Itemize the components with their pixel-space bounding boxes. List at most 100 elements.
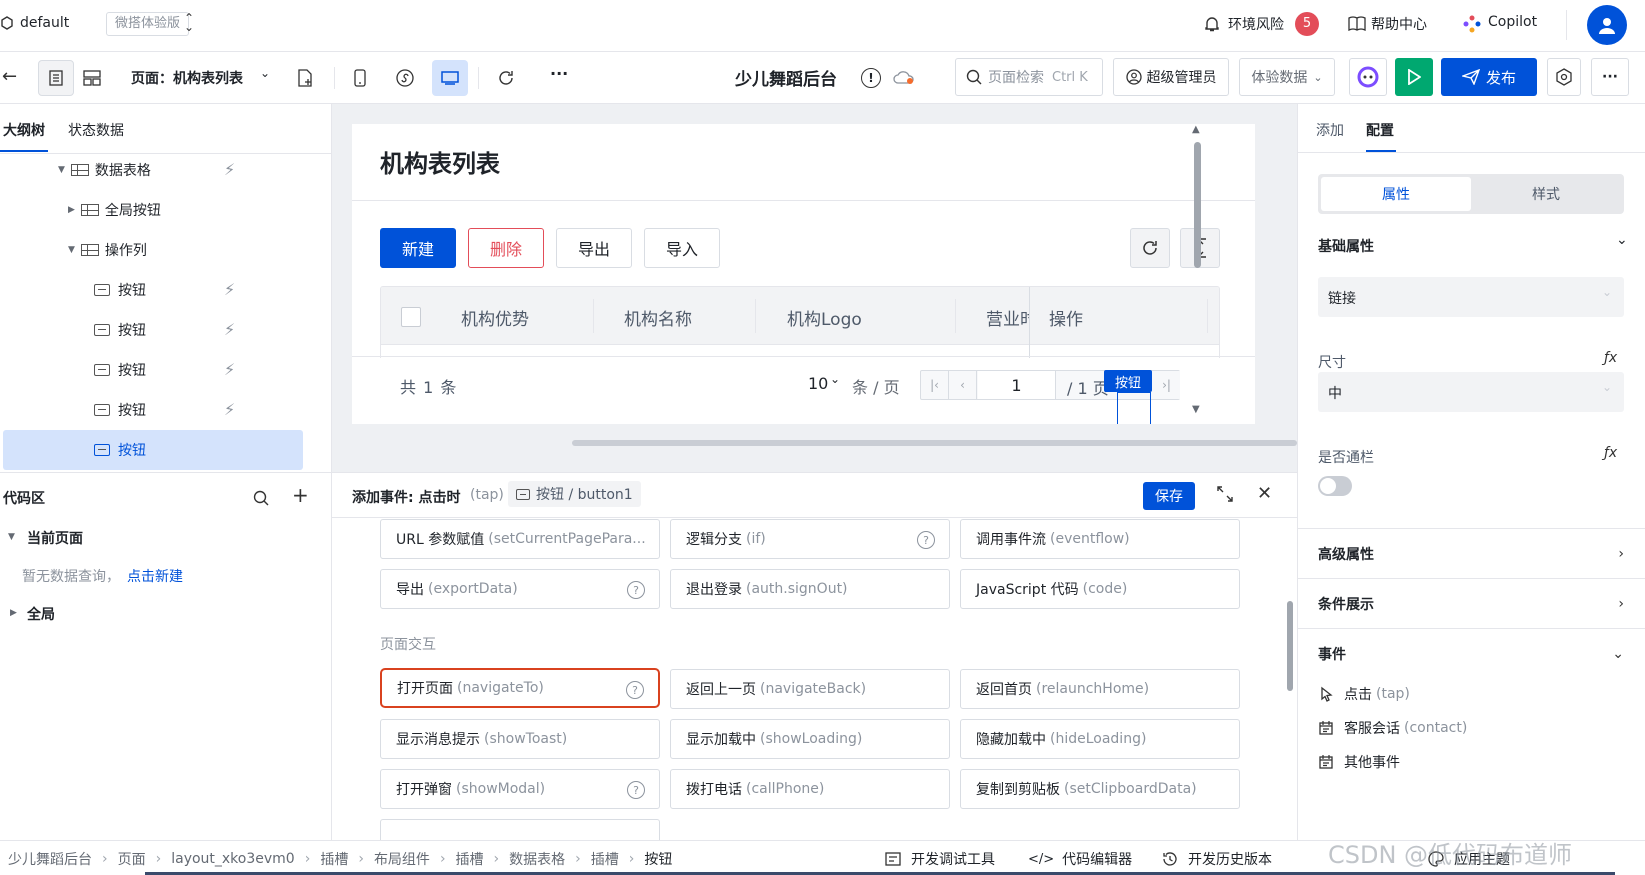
advanced-props-section[interactable]: 高级属性 › [1298,528,1645,578]
role-button[interactable]: 超级管理员 [1113,58,1229,96]
desktop-icon[interactable] [432,60,468,96]
page-selector[interactable]: 页面：机构表列表 [131,68,243,88]
data-mode-select[interactable]: 体验数据 ⌄ [1239,58,1335,96]
help-icon[interactable]: ? [626,681,644,699]
history-button[interactable]: 开发历史版本 [1162,849,1272,869]
more-icon[interactable]: ··· [550,64,568,83]
miniprogram-icon[interactable] [394,66,416,90]
breadcrumb-item[interactable]: 插槽 [320,849,348,869]
layout-icon[interactable] [74,60,110,96]
tree-item-button-selected[interactable]: 按钮 [94,430,146,470]
env-switch-icon[interactable]: ⌃ ⌄ [184,12,194,33]
action-eventflow[interactable]: 调用事件流 (eventflow) [960,519,1240,559]
data-table[interactable]: 机构优势 机构名称 机构Logo 营业时 操作 [380,286,1220,358]
action-show-modal[interactable]: 打开弹窗 (showModal)? [380,769,660,809]
bolt-icon[interactable]: ⚡ [224,280,235,299]
preview-play-button[interactable] [1395,58,1433,96]
select-all-checkbox[interactable] [401,307,421,327]
action-code[interactable]: JavaScript 代码 (code) [960,569,1240,609]
scroll-down-icon[interactable]: ▼ [1192,404,1200,415]
bolt-icon[interactable]: ⚡ [224,400,235,419]
tree-item-global-buttons[interactable]: ▶ 全局按钮 [68,190,161,230]
tab-outline[interactable]: 大纲树 [3,120,45,140]
page-size-select[interactable]: 10 [808,374,828,393]
type-select[interactable]: 链接 ⌄ [1318,277,1624,317]
copilot-ring-icon[interactable] [1349,58,1387,96]
fx-icon[interactable]: ƒx [1604,445,1617,461]
column-header[interactable]: 操作 [1049,305,1083,330]
breadcrumb-item[interactable]: 布局组件 [374,849,430,869]
page-number-input[interactable]: 1 [978,371,1056,399]
code-editor-button[interactable]: </> 代码编辑器 [1028,849,1132,869]
search-icon[interactable] [253,490,269,506]
env-risk-label[interactable]: 环境风险 [1228,14,1284,34]
column-header[interactable]: 营业时 [986,305,1030,330]
page-list-icon[interactable] [38,60,74,96]
prev-page-icon[interactable]: ‹ [949,371,977,399]
breadcrumb-item[interactable]: 数据表格 [509,849,565,869]
close-icon[interactable]: ✕ [1257,483,1272,504]
page-preview[interactable]: 机构表列表 新建 删除 导出 导入 机构优势 机构名称 机构Logo 营业时 操… [352,124,1255,424]
scroll-up-icon[interactable]: ▲ [1192,124,1200,135]
help-icon[interactable]: ? [627,581,645,599]
event-item-contact[interactable]: 客服会话 (contact) [1318,718,1467,738]
tree-item-button[interactable]: 按钮 [94,270,146,310]
last-page-icon[interactable]: ›| [1153,371,1180,399]
global-node[interactable]: 全局 [27,604,55,624]
event-scrollbar[interactable] [1287,601,1293,691]
copilot-button[interactable]: Copilot [1488,14,1537,30]
action-show-loading[interactable]: 显示加载中 (showLoading) [670,719,950,759]
breadcrumb-item[interactable]: layout_xko3evm0 [171,851,295,867]
breadcrumb-item[interactable]: 页面 [118,849,146,869]
caret-down-icon[interactable]: ▼ [58,165,65,175]
tree-item-button[interactable]: 按钮 [94,310,146,350]
action-relaunch-home[interactable]: 返回首页 (relaunchHome) [960,669,1240,709]
caret-down-icon[interactable]: ▼ [8,532,15,542]
caret-right-icon[interactable]: ▶ [10,608,17,618]
tab-config[interactable]: 配置 [1366,120,1394,140]
current-page-node[interactable]: 当前页面 [27,528,83,548]
new-page-icon[interactable] [296,68,314,88]
fx-icon[interactable]: ƒx [1604,350,1617,366]
import-button[interactable]: 导入 [644,228,720,268]
refresh-icon[interactable] [1130,228,1170,268]
conditional-section[interactable]: 条件展示 › [1298,578,1645,628]
breadcrumb-item[interactable]: 少儿舞蹈后台 [8,849,92,869]
new-query-link[interactable]: 点击新建 [127,566,183,586]
action-show-toast[interactable]: 显示消息提示 (showToast) [380,719,660,759]
bolt-icon[interactable]: ⚡ [224,360,235,379]
tree-item-button[interactable]: 按钮 [94,350,146,390]
tree-item-table[interactable]: ▼ 数据表格 [58,150,151,190]
back-arrow-icon[interactable]: ← [2,66,17,87]
column-header[interactable]: 机构名称 [624,305,692,330]
chevron-down-icon[interactable]: ⌄ [830,372,840,386]
expand-icon[interactable] [1216,485,1234,503]
publish-button[interactable]: 发布 [1441,58,1537,96]
segment-props[interactable]: 属性 [1321,177,1471,211]
dev-tools-button[interactable]: 开发调试工具 [885,849,995,869]
save-button[interactable]: 保存 [1143,482,1195,510]
mobile-icon[interactable] [350,66,370,90]
design-canvas[interactable]: 机构表列表 新建 删除 导出 导入 机构优势 机构名称 机构Logo 营业时 操… [332,104,1297,472]
env-name[interactable]: default [20,15,69,31]
caret-down-icon[interactable]: ▼ [68,245,75,255]
action-call-phone[interactable]: 拨打电话 (callPhone) [670,769,950,809]
first-page-icon[interactable]: |‹ [921,371,949,399]
basic-props-title[interactable]: 基础属性 [1318,236,1374,256]
bell-icon[interactable] [1203,14,1221,34]
column-header[interactable]: 机构Logo [787,305,862,330]
breadcrumb-item[interactable]: 插槽 [591,849,619,869]
help-center-link[interactable]: 帮助中心 [1371,14,1427,34]
canvas-vertical-scrollbar[interactable] [1194,142,1201,268]
breadcrumb-item[interactable]: 插槽 [456,849,484,869]
action-more[interactable] [380,819,660,841]
add-icon[interactable]: + [292,483,309,507]
tree-item-action-column[interactable]: ▼ 操作列 [68,230,147,270]
action-navigate-to[interactable]: 打开页面 (navigateTo)? [380,668,660,708]
action-url-param[interactable]: URL 参数赋值 (setCurrentPagePara... [380,519,660,559]
size-select[interactable]: 中 ⌄ [1318,372,1624,412]
column-header[interactable]: 机构优势 [461,305,529,330]
action-signout[interactable]: 退出登录 (auth.signOut) [670,569,950,609]
settings-icon[interactable] [1547,58,1581,96]
tab-add[interactable]: 添加 [1316,120,1344,140]
